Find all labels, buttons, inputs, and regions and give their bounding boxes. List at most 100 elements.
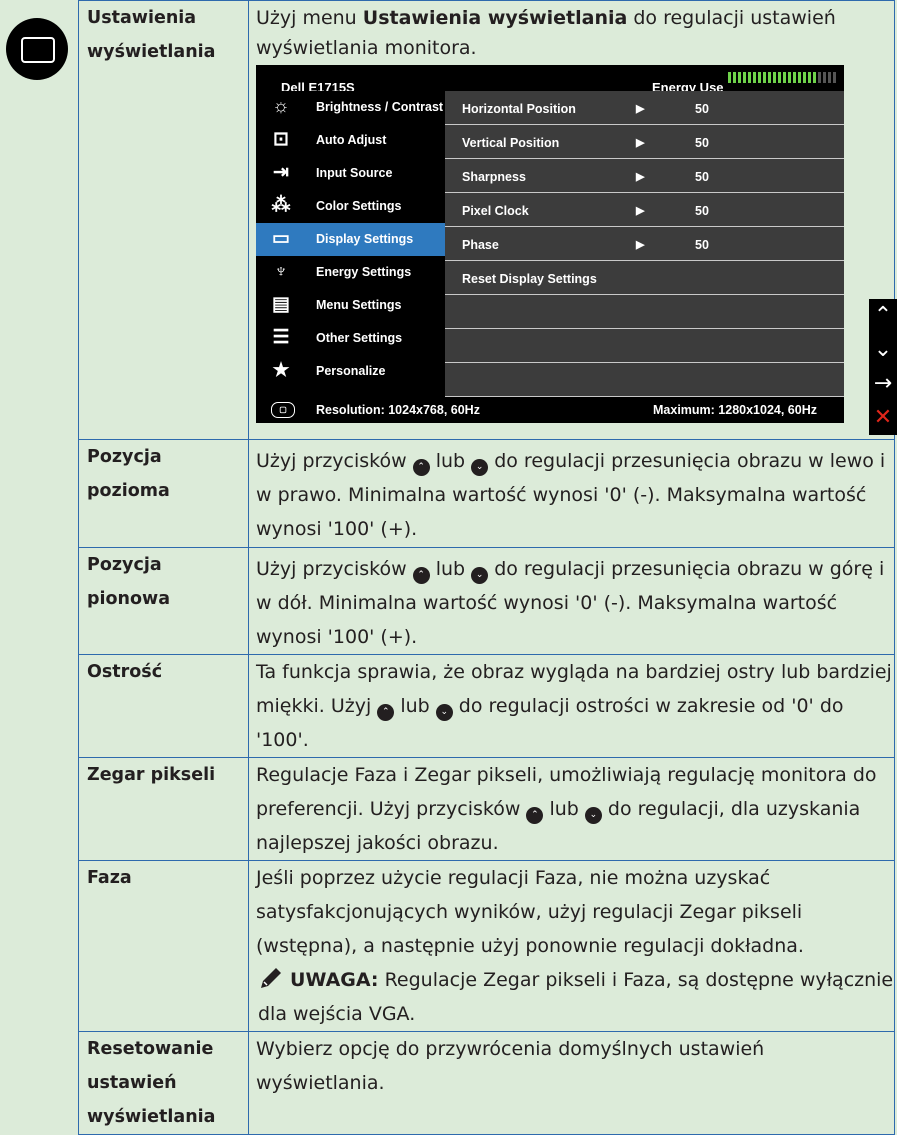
table-row: Zegar pikseli Regulacje Faza i Zegar pik… [78, 757, 895, 861]
display-settings-icon: ▭ [272, 228, 290, 249]
row-description: Wybierz opcję do przywrócenia domyślnych… [248, 1031, 895, 1135]
row-label: Pozycja pozioma [78, 439, 249, 548]
other-settings-icon: ☰ [272, 327, 290, 348]
down-button-icon: ⌄ [435, 704, 453, 721]
energy-segment [798, 72, 801, 83]
energy-segment [763, 72, 766, 83]
energy-segment [803, 72, 806, 83]
exit-key-icon[interactable]: ✕ [869, 401, 897, 435]
energy-segment [808, 72, 811, 83]
osd-setting-label: Vertical Position [462, 136, 560, 150]
row-label: Resetowanie ustawień wyświetlania [78, 1031, 249, 1135]
osd-setting-row[interactable]: Horizontal Position ▶ 50 [445, 91, 844, 125]
desc-text: lub [394, 695, 436, 717]
energy-segment [828, 72, 831, 83]
row-label: Pozycja pionowa [78, 547, 249, 655]
desc-text: Użyj przycisków [256, 450, 413, 472]
energy-segment [733, 72, 736, 83]
up-button-icon: ⌃ [412, 459, 430, 476]
desc-text: Użyj menu [256, 7, 363, 29]
energy-segment [753, 72, 756, 83]
down-key-icon[interactable]: ⌄ [869, 333, 897, 367]
osd-maximum: Maximum: 1280x1024, 60Hz [653, 403, 817, 417]
row-label: Faza [78, 860, 249, 1032]
row-label: Ustawienia wyświetlania [78, 0, 249, 440]
energy-segment [833, 72, 836, 83]
osd-menu-label: Menu Settings [316, 298, 402, 312]
input-source-icon: ⇥ [273, 162, 289, 183]
osd-menu-item[interactable]: ⊡ Auto Adjust [256, 124, 445, 157]
osd-setting-label: Pixel Clock [462, 204, 529, 218]
osd-menu-item[interactable]: ▭ Display Settings [256, 223, 445, 256]
osd-setting-label: Sharpness [462, 170, 526, 184]
osd-setting-row[interactable]: Vertical Position ▶ 50 [445, 125, 844, 159]
auto-adjust-icon: ⊡ [273, 129, 289, 150]
osd-menu-label: Brightness / Contrast [316, 100, 444, 114]
energy-segment [778, 72, 781, 83]
osd-setting-value: 50 [695, 170, 709, 184]
row-description: Jeśli poprzez użycie regulacji Faza, nie… [248, 860, 895, 1032]
osd-setting-row[interactable]: Phase ▶ 50 [445, 227, 844, 261]
front-panel-keys: ⌃ ⌄ → ✕ [869, 299, 897, 435]
osd-setting-row[interactable]: Reset Display Settings [445, 261, 844, 295]
osd-menu-item[interactable]: ★ Personalize [256, 355, 445, 388]
osd-menu-label: Input Source [316, 166, 393, 180]
energy-settings-icon: ♆ [273, 261, 289, 282]
enter-key-icon[interactable]: → [869, 367, 897, 401]
arrow-right-icon: ▶ [636, 171, 645, 183]
energy-segment [748, 72, 751, 83]
osd-setting-row[interactable]: Sharpness ▶ 50 [445, 159, 844, 193]
osd-menu-item[interactable]: ▤ Menu Settings [256, 289, 445, 322]
osd-menu-item[interactable]: ☰ Other Settings [256, 322, 445, 355]
energy-segment [813, 72, 816, 83]
osd-setting-row[interactable]: Pixel Clock ▶ 50 [445, 193, 844, 227]
row-description: Użyj menu Ustawienia wyświetlania do reg… [248, 0, 895, 440]
row-label: Ostrość [78, 654, 249, 758]
osd-empty-row [445, 363, 844, 397]
desc-text: Użyj przycisków [256, 558, 413, 580]
down-button-icon: ⌄ [471, 459, 489, 476]
menu-settings-icon: ▤ [272, 294, 290, 315]
osd-setting-value: 50 [695, 136, 709, 150]
energy-segment [743, 72, 746, 83]
osd-setting-label: Phase [462, 238, 499, 252]
row-description: Ta funkcja sprawia, że obraz wygląda na … [248, 654, 895, 758]
table-row: Ustawienia wyświetlania Użyj menu Ustawi… [78, 0, 895, 440]
energy-segment [758, 72, 761, 83]
osd-setting-value: 50 [695, 238, 709, 252]
energy-use-meter [728, 72, 838, 83]
energy-segment [793, 72, 796, 83]
table-row: Ostrość Ta funkcja sprawia, że obraz wyg… [78, 654, 895, 758]
energy-segment [823, 72, 826, 83]
up-key-icon[interactable]: ⌃ [869, 299, 897, 333]
energy-segment [728, 72, 731, 83]
osd-settings-panel: Horizontal Position ▶ 50 Vertical Position ▶… [445, 91, 844, 397]
osd-menu-item[interactable]: ♆ Energy Settings [256, 256, 445, 289]
osd-empty-row [445, 329, 844, 363]
energy-segment [788, 72, 791, 83]
arrow-right-icon: ▶ [636, 137, 645, 149]
row-description: Użyj przycisków ⌃ lub ⌄ do regulacji prz… [248, 439, 895, 548]
energy-segment [773, 72, 776, 83]
desc-bold: Ustawienia wyświetlania [362, 7, 628, 29]
table-row: Faza Jeśli poprzez użycie regulacji Faza… [78, 860, 895, 1032]
settings-table: Ustawienia wyświetlania Użyj menu Ustawi… [78, 0, 895, 1135]
row-label: Zegar pikseli [78, 757, 249, 861]
osd-menu-item[interactable]: ⁂ Color Settings [256, 190, 445, 223]
up-button-icon: ⌃ [412, 567, 430, 584]
table-row: Pozycja pozioma Użyj przycisków ⌃ lub ⌄ … [78, 439, 895, 548]
menu-icon-column [0, 0, 78, 1105]
osd-menu-label: Color Settings [316, 199, 402, 213]
osd-menu-item[interactable]: ⇥ Input Source [256, 157, 445, 190]
display-settings-icon [6, 18, 68, 80]
color-settings-icon: ⁂ [271, 195, 291, 216]
desc-text: lub [429, 450, 472, 472]
vga-connector-icon: ▢ [271, 402, 295, 418]
table-row: Pozycja pionowa Użyj przycisków ⌃ lub ⌄ … [78, 547, 895, 655]
arrow-right-icon: ▶ [636, 103, 645, 115]
osd-menu-item[interactable]: ☼ Brightness / Contrast [256, 91, 445, 124]
arrow-right-icon: ▶ [636, 205, 645, 217]
osd-menu-label: Energy Settings [316, 265, 412, 279]
osd-setting-value: 50 [695, 204, 709, 218]
up-button-icon: ⌃ [377, 704, 395, 721]
